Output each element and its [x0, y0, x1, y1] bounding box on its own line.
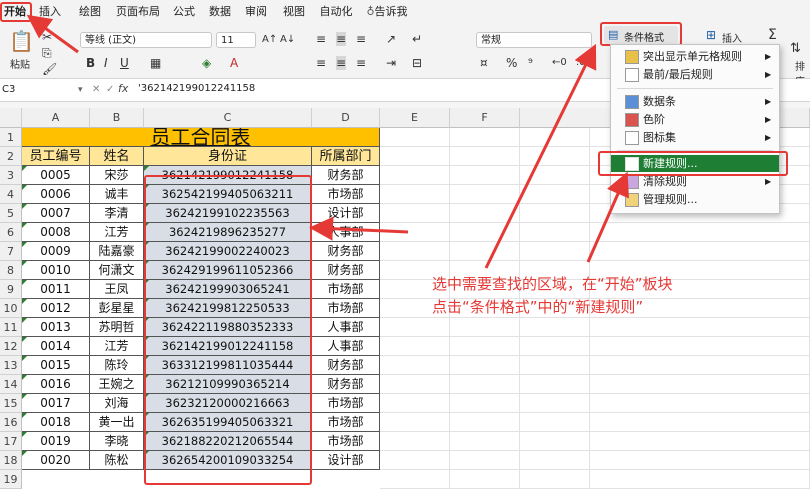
arrow-to-conditional-format [484, 43, 597, 269]
arrow-to-home-tab [26, 14, 79, 54]
arrow-to-id-column [309, 216, 409, 241]
arrow-to-new-rule [586, 171, 629, 263]
annotation-arrows [26, 14, 629, 269]
